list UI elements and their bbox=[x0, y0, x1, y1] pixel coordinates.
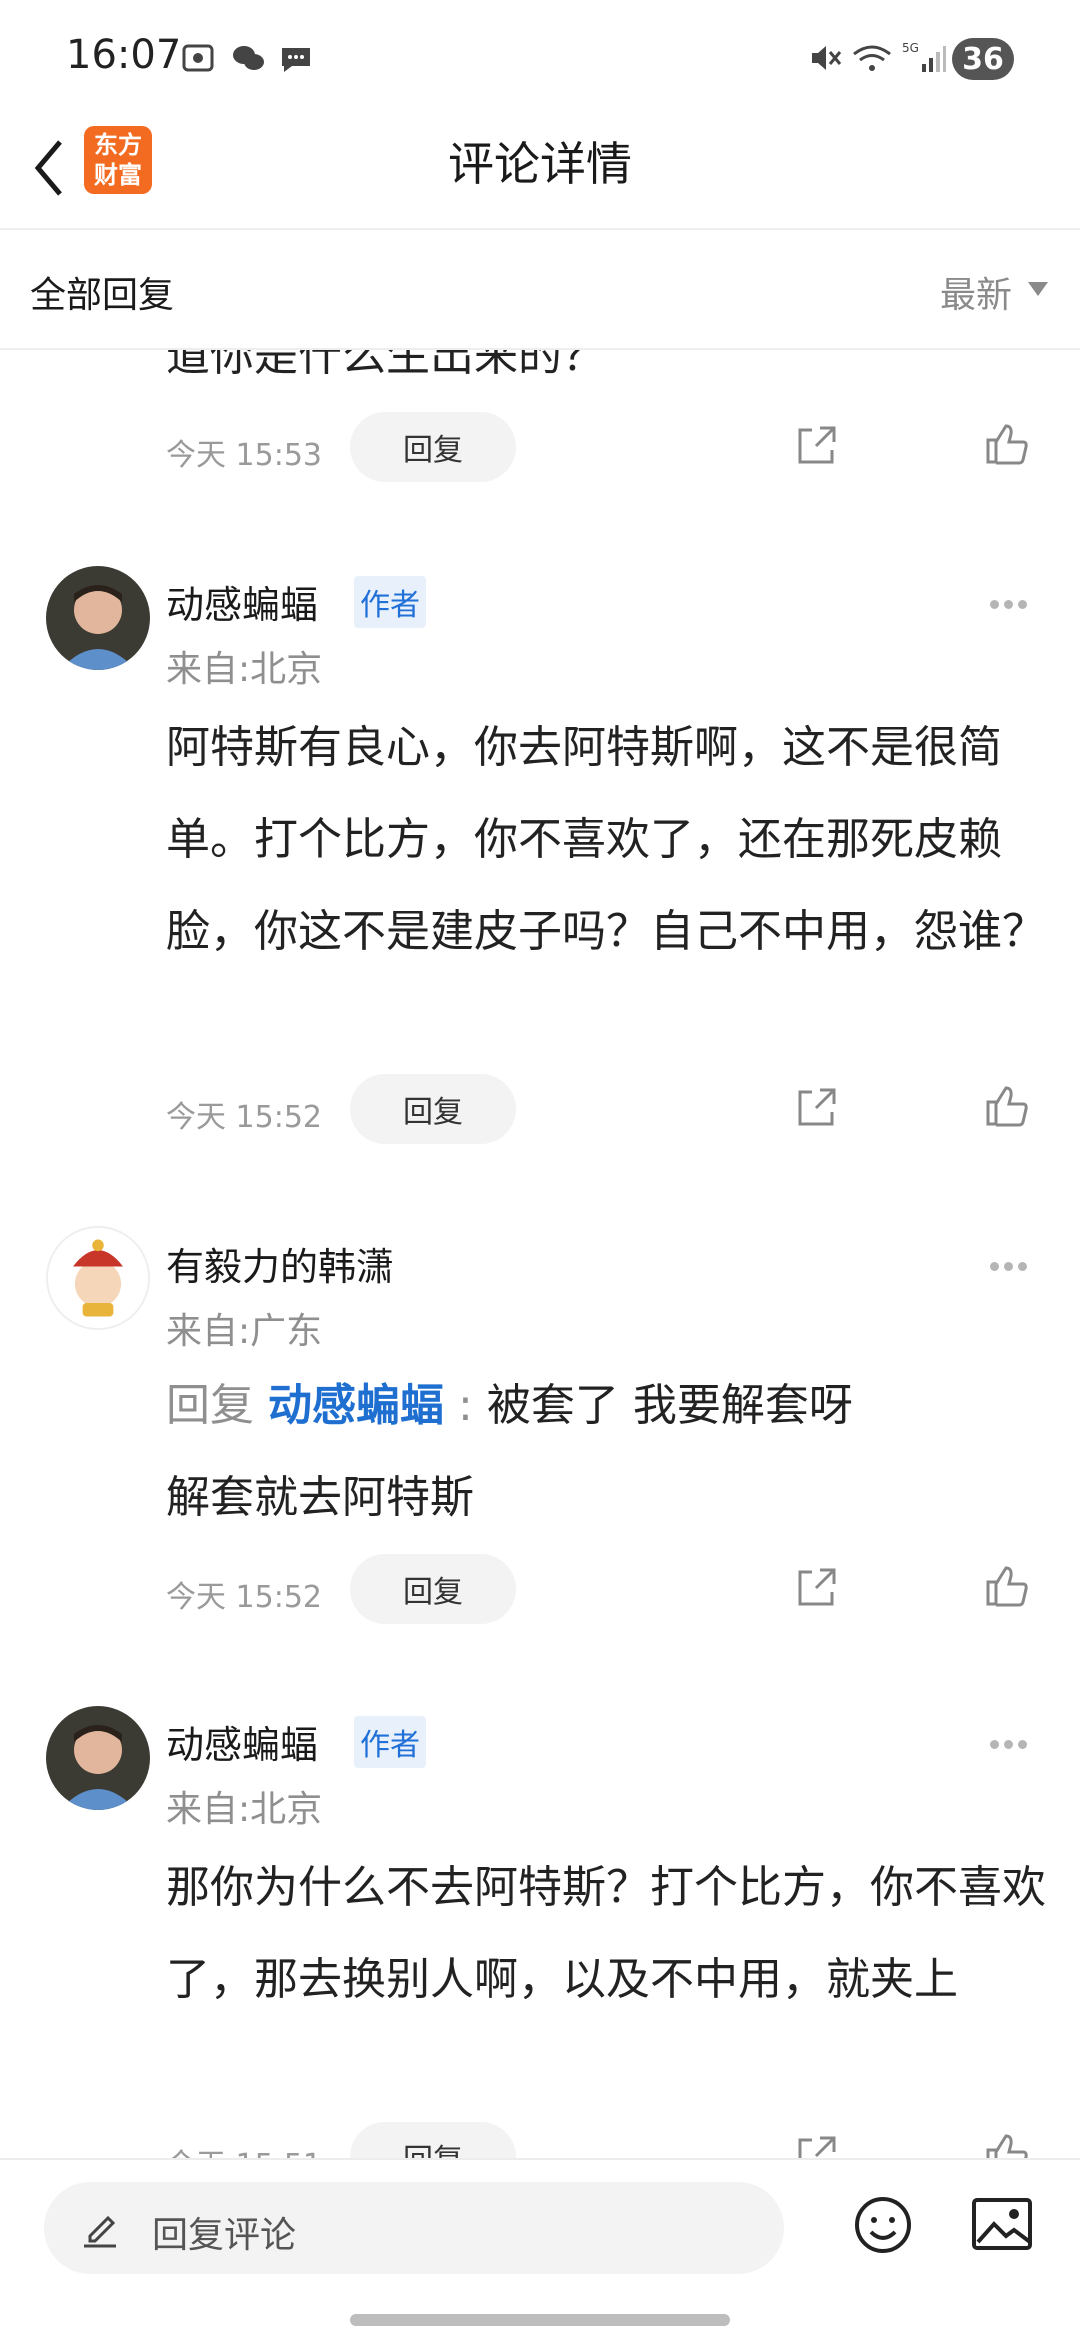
reply-input[interactable]: 回复评论 bbox=[44, 2182, 784, 2274]
author-badge: 作者 bbox=[354, 576, 426, 628]
wechat-icon bbox=[233, 46, 264, 70]
comment-location: 来自:广东 bbox=[166, 1311, 323, 1352]
comment-time: 今天 15:53 bbox=[166, 438, 322, 473]
comment-text: 那你为什么不去阿特斯？打个比方，你不喜欢了，那去换别人啊，以及不中用，就夹上 bbox=[166, 1862, 1046, 2005]
bottom-input-bar: 回复评论 bbox=[0, 2158, 1080, 2342]
home-indicator[interactable] bbox=[350, 2314, 730, 2326]
avatar[interactable] bbox=[46, 566, 150, 670]
avatar[interactable] bbox=[46, 1706, 150, 1810]
comment-time: 今天 15:52 bbox=[166, 1580, 322, 1615]
wifi-icon bbox=[853, 45, 891, 71]
like-icon[interactable] bbox=[982, 1082, 1030, 1130]
svg-text:5G: 5G bbox=[902, 41, 919, 55]
comment-reply-line: 回复 动感蝙蝠 : 被套了 我要解套呀 bbox=[166, 1360, 1066, 1452]
comment-username[interactable]: 动感蝙蝠 bbox=[166, 574, 318, 629]
more-options-icon[interactable] bbox=[990, 1256, 1038, 1271]
like-icon[interactable] bbox=[982, 420, 1030, 468]
comment-username[interactable]: 动感蝙蝠 bbox=[166, 1714, 318, 1769]
reply-button[interactable]: 回复 bbox=[350, 412, 516, 482]
pencil-icon bbox=[84, 2215, 116, 2248]
image-icon[interactable] bbox=[970, 2194, 1034, 2254]
comment-location: 来自:北京 bbox=[166, 649, 323, 690]
reply-colon: : bbox=[458, 1380, 473, 1431]
reply-button[interactable]: 回复 bbox=[350, 1554, 516, 1624]
reply-prefix: 回复 bbox=[166, 1380, 254, 1431]
filter-bar: 全部回复 最新 bbox=[0, 230, 1080, 350]
all-replies-label: 全部回复 bbox=[30, 275, 175, 316]
comment-list[interactable]: 道你是什么生出来的？ 今天 15:53 回复 动感蝙蝠 作者 来自:北京 阿特斯… bbox=[0, 350, 1080, 2158]
page-title: 评论详情 bbox=[448, 137, 632, 191]
more-options-icon[interactable] bbox=[990, 594, 1038, 609]
comment-time: 今天 15:51 bbox=[166, 2140, 322, 2158]
sort-dropdown[interactable]: 最新 bbox=[940, 266, 1012, 318]
reply-to-username[interactable]: 动感蝙蝠 bbox=[268, 1380, 444, 1431]
share-icon[interactable] bbox=[792, 422, 840, 470]
more-options-icon[interactable] bbox=[990, 1734, 1038, 1749]
share-icon[interactable] bbox=[792, 1564, 840, 1612]
share-icon[interactable] bbox=[792, 1084, 840, 1132]
mute-icon bbox=[812, 46, 842, 70]
avatar[interactable] bbox=[46, 1226, 150, 1330]
signal-icon: 5G bbox=[902, 41, 946, 72]
comment-time: 今天 15:52 bbox=[166, 1100, 322, 1135]
battery-indicator: 36 bbox=[952, 38, 1014, 80]
comment-text: 阿特斯有良心，你去阿特斯啊，这不是很简单。打个比方，你不喜欢了，还在那死皮赖脸，… bbox=[166, 722, 1046, 957]
comment-text-prev: 道你是什么生出来的？ bbox=[166, 350, 606, 381]
like-icon[interactable] bbox=[982, 2130, 1030, 2158]
share-icon[interactable] bbox=[792, 2132, 840, 2158]
reply-button[interactable]: 回复 bbox=[350, 1074, 516, 1144]
reply-input-placeholder: 回复评论 bbox=[152, 2215, 297, 2256]
status-bar: 16:07 5G 36 bbox=[0, 0, 1080, 110]
emoji-icon[interactable] bbox=[852, 2194, 914, 2256]
author-badge: 作者 bbox=[354, 1716, 426, 1768]
comment-username[interactable]: 有毅力的韩潇 bbox=[166, 1236, 394, 1291]
status-time: 16:07 bbox=[66, 32, 182, 78]
comment-location: 来自:北京 bbox=[166, 1789, 323, 1830]
reply-quote-text: 被套了 我要解套呀 bbox=[486, 1380, 853, 1431]
reply-button[interactable]: 回复 bbox=[350, 2122, 516, 2158]
screenshot-icon bbox=[182, 44, 214, 72]
message-icon bbox=[282, 48, 310, 72]
sort-caret-icon[interactable] bbox=[1028, 282, 1048, 296]
like-icon[interactable] bbox=[982, 1562, 1030, 1610]
comment-text: 解套就去阿特斯 bbox=[166, 1472, 474, 1523]
